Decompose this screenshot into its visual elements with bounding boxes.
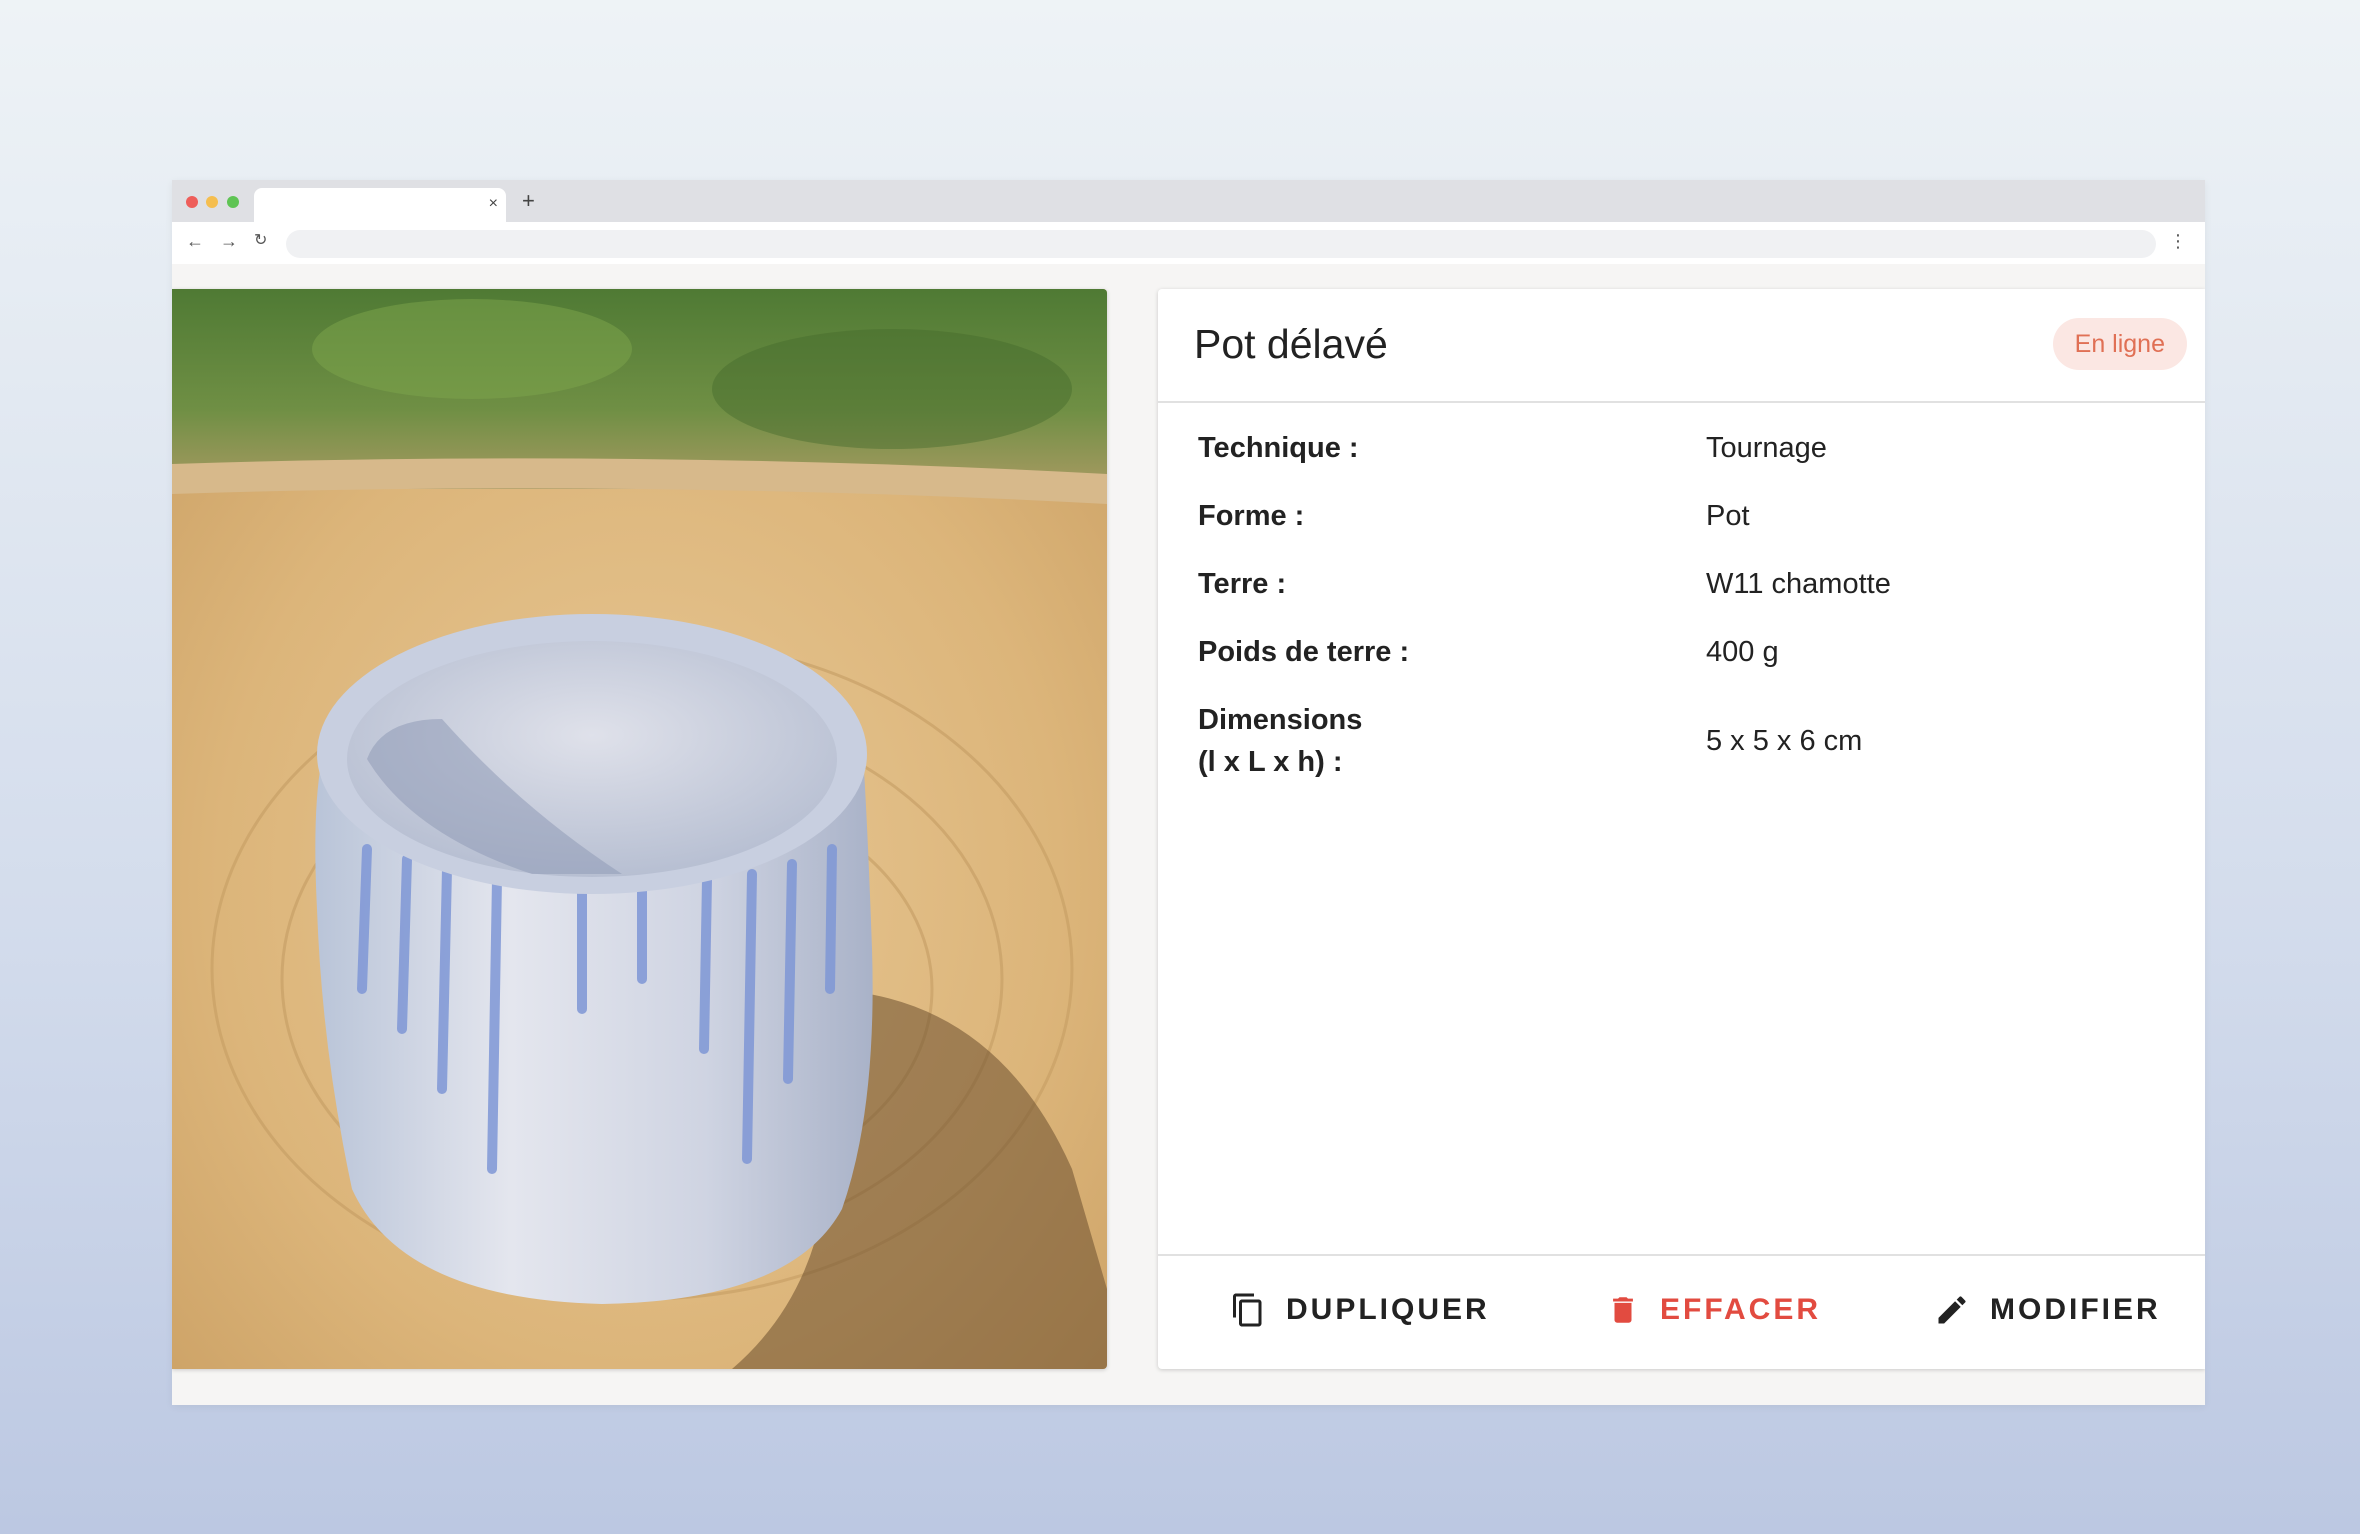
product-photo	[172, 289, 1107, 1369]
page-content: Pot délavé En ligne Technique : Tournage…	[172, 264, 2205, 1405]
detail-label: Poids de terre :	[1198, 636, 1410, 668]
delete-label: EFFACER	[1660, 1293, 1822, 1326]
edit-label: MODIFIER	[1990, 1293, 2161, 1326]
detail-value: Tournage	[1706, 432, 1827, 464]
tab-close-icon[interactable]: ×	[489, 194, 498, 214]
detail-value: W11 chamotte	[1706, 568, 1891, 600]
edit-button[interactable]: MODIFIER	[1934, 1290, 2161, 1330]
pencil-icon	[1938, 1296, 1966, 1324]
browser-tab[interactable]: ×	[254, 188, 506, 222]
browser-menu-icon[interactable]: ⋮	[2169, 230, 2187, 252]
maximize-window-button[interactable]	[227, 196, 239, 208]
detail-row-dimensions: Dimensions (l x L x h) : 5 x 5 x 6 cm	[1198, 699, 2158, 783]
card-header: Pot délavé En ligne	[1158, 289, 2205, 403]
tab-bar: × +	[172, 180, 2205, 222]
back-arrow-icon[interactable]: ←	[186, 230, 204, 252]
browser-toolbar: ← → ↻ ⋮	[172, 222, 2205, 264]
detail-row-terre: Terre : W11 chamotte	[1198, 563, 2158, 605]
product-details: Technique : Tournage Forme : Pot Terre :…	[1198, 427, 2158, 809]
minimize-window-button[interactable]	[206, 196, 218, 208]
detail-value: Pot	[1706, 500, 1750, 532]
detail-label: Technique :	[1198, 432, 1359, 464]
detail-row-technique: Technique : Tournage	[1198, 427, 2158, 469]
detail-label-line: Dimensions	[1198, 704, 1363, 736]
trash-icon	[1613, 1297, 1633, 1323]
detail-row-forme: Forme : Pot	[1198, 495, 2158, 537]
new-tab-icon[interactable]: +	[522, 190, 535, 212]
detail-label: Forme :	[1198, 500, 1305, 532]
product-title: Pot délavé	[1194, 321, 1388, 367]
detail-label-line: (l x L x h) :	[1198, 746, 1343, 778]
forward-arrow-icon[interactable]: →	[220, 230, 238, 252]
duplicate-button[interactable]: DUPLIQUER	[1230, 1290, 1490, 1330]
detail-label: Dimensions (l x L x h) :	[1198, 699, 1706, 783]
delete-button[interactable]: EFFACER	[1606, 1290, 1821, 1330]
browser-window: × + ← → ↻ ⋮ Pot délavé En ligne Techniqu…	[172, 180, 2205, 1405]
status-badge: En ligne	[2052, 318, 2187, 370]
detail-label: Terre :	[1198, 568, 1287, 600]
detail-row-poids: Poids de terre : 400 g	[1198, 631, 2158, 673]
ceramic-pot-image	[172, 289, 1107, 1369]
close-window-button[interactable]	[186, 196, 198, 208]
detail-value: 400 g	[1706, 636, 1779, 668]
card-actions: DUPLIQUER EFFACER MODIFIER	[1158, 1254, 2205, 1369]
reload-icon[interactable]: ↻	[254, 230, 267, 252]
copy-icon	[1233, 1293, 1262, 1327]
address-bar[interactable]	[286, 230, 2156, 258]
duplicate-label: DUPLIQUER	[1286, 1293, 1490, 1326]
product-card: Pot délavé En ligne Technique : Tournage…	[1158, 289, 2205, 1369]
detail-value: 5 x 5 x 6 cm	[1706, 725, 1863, 757]
